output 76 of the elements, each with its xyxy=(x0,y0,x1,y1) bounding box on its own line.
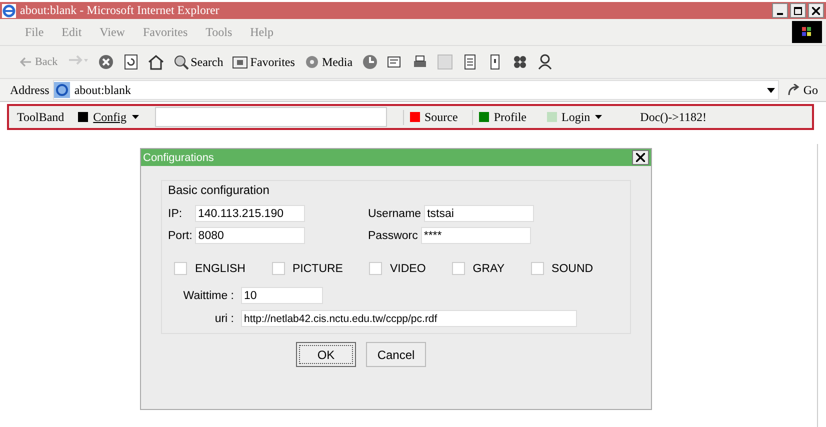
toolband-menu[interactable]: Login xyxy=(540,110,608,124)
minimize-icon xyxy=(777,12,783,14)
go-button[interactable]: Go xyxy=(783,82,822,98)
field-label: Username xyxy=(368,208,422,220)
field-label: uri : xyxy=(214,312,235,324)
media-button[interactable]: Media xyxy=(304,54,353,70)
arrow-icon xyxy=(787,84,802,96)
checkbox[interactable] xyxy=(452,262,465,275)
refresh-button[interactable] xyxy=(122,54,139,70)
printer-icon xyxy=(412,54,428,70)
windows-logo-icon xyxy=(792,21,822,43)
messenger-button[interactable] xyxy=(536,54,553,70)
dialog-button[interactable]: OK xyxy=(296,342,356,367)
caret-icon xyxy=(132,115,138,119)
text-field[interactable]: **** xyxy=(420,227,531,244)
search-icon xyxy=(172,54,189,70)
stop-button[interactable] xyxy=(98,54,114,70)
back-arrow-icon xyxy=(20,57,32,67)
checkbox[interactable] xyxy=(272,262,284,275)
field-label: IP: xyxy=(168,208,184,220)
field-label: Port: xyxy=(168,230,192,242)
search-button[interactable]: Search xyxy=(172,54,224,70)
toolband-button[interactable]: Profile xyxy=(472,110,532,124)
checkbox-label: VIDEO xyxy=(390,262,426,274)
checkbox-label: SOUND xyxy=(552,262,594,274)
dialog-title: Configurations xyxy=(143,152,214,164)
field-label: Passworc xyxy=(368,230,418,242)
dialog-button[interactable]: Cancel xyxy=(366,342,426,367)
group-title: Basic configuration xyxy=(168,183,270,197)
address-field[interactable]: about:blank xyxy=(53,80,780,100)
text-field[interactable]: 10 xyxy=(241,287,323,304)
address-label: Address xyxy=(10,82,50,98)
dropdown-icon xyxy=(767,88,776,92)
person-icon xyxy=(536,54,553,70)
stop-icon xyxy=(98,54,114,70)
toolband-button[interactable]: Source xyxy=(402,110,464,124)
checkbox-label: GRAY xyxy=(472,262,505,274)
toolband-menu[interactable]: Config xyxy=(72,110,144,124)
window-title: about:blank - Microsoft Internet Explorer xyxy=(20,3,220,18)
favorites-button[interactable]: Favorites xyxy=(232,54,295,70)
flower-button[interactable] xyxy=(512,54,528,70)
clover-icon xyxy=(512,54,528,70)
folder-icon xyxy=(232,54,248,70)
checkbox[interactable] xyxy=(368,262,382,275)
text-field[interactable]: tstsai xyxy=(424,205,534,222)
text-field[interactable]: http://netlab42.cis.nctu.edu.tw/ccpp/pc.rdf xyxy=(241,310,577,327)
field-label: Waittime : xyxy=(182,290,235,302)
home-icon xyxy=(148,54,164,70)
toolband-label: ToolBand xyxy=(17,110,64,124)
browser-logo-icon xyxy=(2,4,16,18)
maximize-icon xyxy=(794,6,802,14)
close-button[interactable] xyxy=(632,150,649,165)
text-field[interactable]: 8080 xyxy=(195,227,306,244)
maximize-button[interactable] xyxy=(790,3,806,18)
status-text: Doc()->1182! xyxy=(640,110,706,124)
forward-arrow-icon xyxy=(66,54,89,66)
checkbox[interactable] xyxy=(530,262,544,275)
close-icon xyxy=(812,6,820,14)
checkbox[interactable] xyxy=(174,262,187,275)
disc-icon xyxy=(304,54,320,70)
history-button[interactable] xyxy=(362,54,378,70)
checkbox-label: PICTURE xyxy=(292,262,343,274)
print-button[interactable] xyxy=(412,54,428,70)
close-icon xyxy=(636,153,645,162)
mail-button[interactable] xyxy=(386,54,403,70)
toolband-field[interactable] xyxy=(154,107,386,127)
checkbox-label: ENGLISH xyxy=(195,262,246,274)
caret-icon xyxy=(595,115,602,119)
refresh-icon xyxy=(122,54,139,70)
home-button[interactable] xyxy=(148,54,164,70)
minimize-button[interactable] xyxy=(772,3,788,18)
text-field[interactable]: 140.113.215.190 xyxy=(195,205,305,222)
clock-icon xyxy=(362,54,378,70)
square-icon xyxy=(436,54,453,70)
document-icon xyxy=(386,54,403,70)
close-button[interactable] xyxy=(808,3,824,18)
